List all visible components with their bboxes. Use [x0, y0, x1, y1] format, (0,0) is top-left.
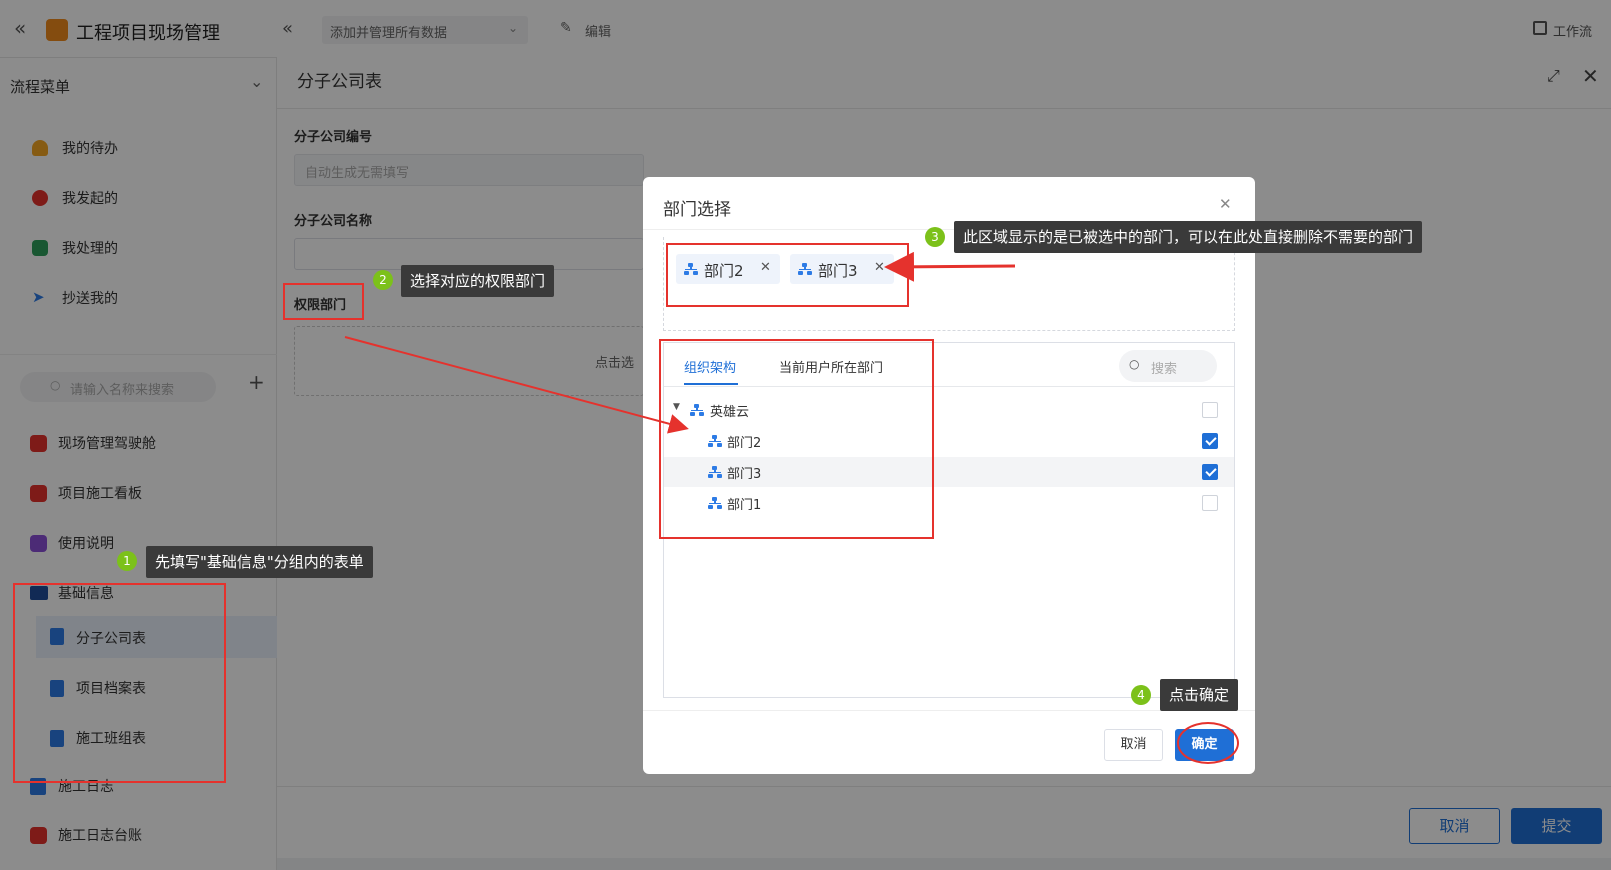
annotation-arrows — [344, 251, 1016, 434]
annotation-badge: 4 — [1131, 685, 1151, 705]
arrow-to-selected — [884, 251, 1016, 282]
arrow-to-tree — [344, 336, 689, 434]
annotation-tooltip: 选择对应的权限部门 — [401, 265, 555, 297]
annotation-tooltip: 此区域显示的是已被选中的部门，可以在此处直接删除不需要的部门 — [954, 221, 1423, 253]
annotation-badge: 2 — [373, 270, 393, 290]
annotation-badge: 3 — [925, 227, 945, 247]
annotation-tooltip: 点击确定 — [1160, 679, 1239, 711]
annotation-tooltip: 先填写"基础信息"分组内的表单 — [146, 546, 373, 578]
annotation-badge: 1 — [117, 551, 137, 571]
